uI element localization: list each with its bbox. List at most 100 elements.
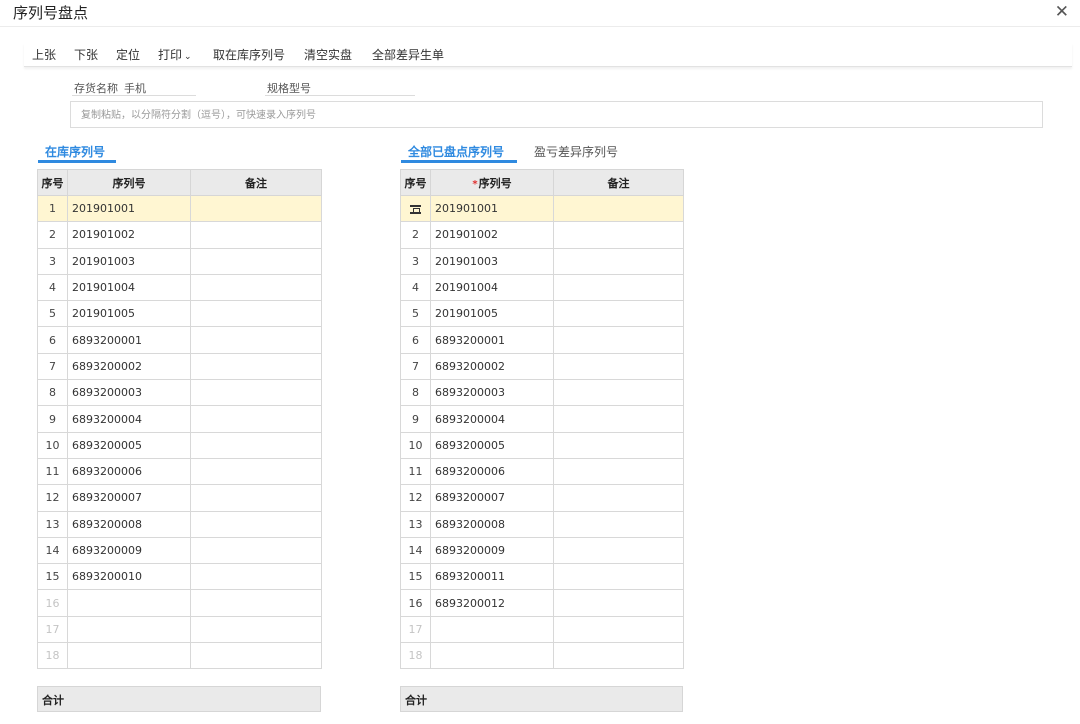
row-serial-cell[interactable]: 6893200007 <box>430 484 554 512</box>
row-serial-cell[interactable]: 6893200006 <box>67 457 191 486</box>
row-note-cell[interactable] <box>553 589 684 617</box>
row-note-cell[interactable] <box>553 300 684 328</box>
serial-paste-input[interactable]: 复制粘贴，以分隔符分割（逗号），可快速录入序列号 <box>70 101 1043 128</box>
table-row[interactable]: 13 6893200008 <box>400 510 684 538</box>
row-serial-cell[interactable] <box>67 615 191 644</box>
row-note-cell[interactable] <box>190 247 322 275</box>
row-serial-cell[interactable]: 201901001 <box>430 194 554 223</box>
tab-in-stock-serials[interactable]: 在库序列号 <box>45 143 105 160</box>
table-row[interactable]: 2 201901002 <box>400 221 684 249</box>
row-note-cell[interactable] <box>553 326 684 354</box>
row-serial-cell[interactable]: 201901005 <box>67 300 191 328</box>
row-note-cell[interactable] <box>553 379 684 407</box>
row-note-cell[interactable] <box>553 457 684 486</box>
row-note-cell[interactable] <box>553 642 684 670</box>
table-row[interactable]: 7 6893200002 <box>37 352 322 381</box>
row-serial-cell[interactable]: 6893200004 <box>67 405 191 433</box>
row-note-cell[interactable] <box>190 300 322 328</box>
row-serial-cell[interactable] <box>67 642 191 670</box>
table-row[interactable]: 17 <box>400 615 684 644</box>
row-serial-cell[interactable]: 6893200010 <box>67 563 191 591</box>
clear-count-button[interactable]: 清空实盘 <box>304 46 352 63</box>
row-note-cell[interactable] <box>553 352 684 381</box>
row-note-cell[interactable] <box>553 221 684 249</box>
row-serial-cell[interactable]: 201901002 <box>67 221 191 249</box>
row-serial-cell[interactable]: 6893200008 <box>67 510 191 538</box>
row-note-cell[interactable] <box>190 563 322 591</box>
row-note-cell[interactable] <box>190 536 322 565</box>
row-note-cell[interactable] <box>190 379 322 407</box>
tab-gain-loss-diff-serials[interactable]: 盈亏差异序列号 <box>534 143 618 160</box>
row-serial-cell[interactable]: 6893200001 <box>67 326 191 354</box>
row-drag-icon[interactable] <box>410 204 421 214</box>
table-row[interactable]: 14 6893200009 <box>37 536 322 565</box>
print-button[interactable]: 打印 ⌄ <box>158 46 192 63</box>
table-row[interactable]: 2 201901002 <box>37 221 322 249</box>
table-row[interactable]: 6 6893200001 <box>400 326 684 354</box>
row-serial-cell[interactable]: 6893200003 <box>67 379 191 407</box>
prev-button[interactable]: 上张 <box>32 46 56 63</box>
table-row[interactable]: 11 6893200006 <box>400 457 684 486</box>
row-note-cell[interactable] <box>553 405 684 433</box>
row-note-cell[interactable] <box>190 221 322 249</box>
row-serial-cell[interactable]: 6893200006 <box>430 457 554 486</box>
row-serial-cell[interactable]: 6893200001 <box>430 326 554 354</box>
row-serial-cell[interactable]: 201901003 <box>67 247 191 275</box>
table-row[interactable]: 12 6893200007 <box>400 484 684 512</box>
table-row[interactable]: 16 6893200012 <box>400 589 684 617</box>
table-row[interactable]: 18 <box>400 642 684 670</box>
row-note-cell[interactable] <box>190 589 322 617</box>
row-note-cell[interactable] <box>190 405 322 433</box>
table-row[interactable]: 8 6893200003 <box>400 379 684 407</box>
row-serial-cell[interactable]: 6893200002 <box>67 352 191 381</box>
row-note-cell[interactable] <box>190 484 322 512</box>
table-row[interactable]: 17 <box>37 615 322 644</box>
row-note-cell[interactable] <box>553 194 684 223</box>
row-note-cell[interactable] <box>553 615 684 644</box>
row-serial-cell[interactable]: 201901004 <box>430 273 554 302</box>
row-serial-cell[interactable]: 6893200002 <box>430 352 554 381</box>
generate-diff-orders-button[interactable]: 全部差异生单 <box>372 46 444 63</box>
row-note-cell[interactable] <box>553 563 684 591</box>
table-row[interactable]: 9 6893200004 <box>400 405 684 433</box>
fetch-stock-serials-button[interactable]: 取在库序列号 <box>213 46 285 63</box>
row-note-cell[interactable] <box>190 615 322 644</box>
table-row[interactable]: 1 201901001 <box>37 194 322 223</box>
next-button[interactable]: 下张 <box>74 46 98 63</box>
table-row[interactable]: 201901001 <box>400 194 684 223</box>
table-row[interactable]: 16 <box>37 589 322 617</box>
row-note-cell[interactable] <box>553 510 684 538</box>
close-icon[interactable]: ✕ <box>1055 2 1069 22</box>
tab-all-counted-serials[interactable]: 全部已盘点序列号 <box>408 143 504 160</box>
table-row[interactable]: 18 <box>37 642 322 670</box>
row-serial-cell[interactable]: 6893200009 <box>430 536 554 565</box>
row-note-cell[interactable] <box>190 457 322 486</box>
row-serial-cell[interactable]: 6893200004 <box>430 405 554 433</box>
row-serial-cell[interactable] <box>430 615 554 644</box>
row-serial-cell[interactable]: 6893200009 <box>67 536 191 565</box>
locate-button[interactable]: 定位 <box>116 46 140 63</box>
table-row[interactable]: 4 201901004 <box>37 273 322 302</box>
table-row[interactable]: 3 201901003 <box>400 247 684 275</box>
table-row[interactable]: 11 6893200006 <box>37 457 322 486</box>
chevron-down-icon[interactable]: ⌄ <box>184 52 192 62</box>
row-note-cell[interactable] <box>553 484 684 512</box>
row-serial-cell[interactable]: 6893200012 <box>430 589 554 617</box>
table-row[interactable]: 9 6893200004 <box>37 405 322 433</box>
table-row[interactable]: 10 6893200005 <box>37 431 322 459</box>
row-serial-cell[interactable]: 201901004 <box>67 273 191 302</box>
row-note-cell[interactable] <box>190 326 322 354</box>
table-row[interactable]: 12 6893200007 <box>37 484 322 512</box>
row-note-cell[interactable] <box>553 273 684 302</box>
row-serial-cell[interactable]: 6893200005 <box>67 431 191 459</box>
row-serial-cell[interactable] <box>67 589 191 617</box>
row-note-cell[interactable] <box>553 431 684 459</box>
row-note-cell[interactable] <box>553 536 684 565</box>
row-serial-cell[interactable]: 6893200007 <box>67 484 191 512</box>
row-serial-cell[interactable]: 6893200003 <box>430 379 554 407</box>
row-note-cell[interactable] <box>190 273 322 302</box>
table-row[interactable]: 7 6893200002 <box>400 352 684 381</box>
row-serial-cell[interactable]: 201901003 <box>430 247 554 275</box>
row-serial-cell[interactable]: 201901001 <box>67 194 191 223</box>
product-name-value[interactable]: 手机 <box>124 80 146 96</box>
